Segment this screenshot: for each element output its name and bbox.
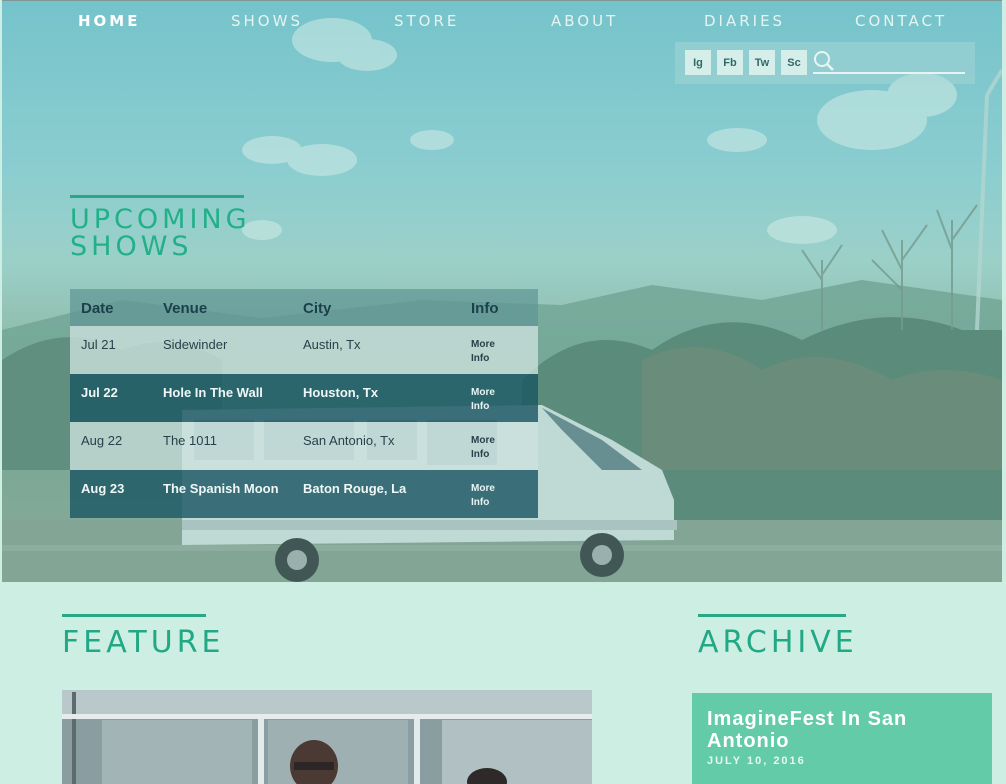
nav-diaries[interactable]: DIARIES [704,12,785,30]
column-header-info: Info [471,300,499,317]
upcoming-shows-title: UPCOMING SHOWS [70,206,330,260]
twitter-button[interactable]: Tw [749,50,775,75]
archive-post-date: JULY 10, 2016 [707,755,806,767]
archive-title: ARCHIVE [698,625,858,660]
social-search-bar: Ig Fb Tw Sc [675,42,975,84]
column-header-city: City [303,300,332,317]
table-header-row: Date Venue City Info [70,289,538,326]
main-nav: HOME SHOWS STORE ABOUT DIARIES CONTACT [2,12,1002,34]
more-info-link[interactable]: More Info [471,338,511,366]
hero-banner: HOME SHOWS STORE ABOUT DIARIES CONTACT I… [2,0,1002,582]
show-city: Baton Rouge, La [303,481,407,496]
search-box [813,50,965,74]
feature-title-rule [62,614,206,617]
show-city: San Antonio, Tx [303,433,395,448]
show-date: Aug 23 [81,481,125,496]
table-row: Jul 22 Hole In The Wall Houston, Tx More… [70,374,538,422]
facebook-button[interactable]: Fb [717,50,743,75]
nav-contact[interactable]: CONTACT [855,12,947,30]
show-venue: Hole In The Wall [163,385,263,400]
nav-about[interactable]: ABOUT [551,12,618,30]
archive-post-title[interactable]: ImagineFest In San Antonio [707,708,987,752]
show-city: Houston, Tx [303,385,379,400]
show-venue: The Spanish Moon [163,481,279,496]
shows-table: Date Venue City Info Jul 21 Sidewinder A… [70,289,538,518]
show-date: Jul 21 [81,337,116,352]
more-info-link[interactable]: More Info [471,434,511,462]
feature-title: FEATURE [62,625,225,660]
archive-post-card[interactable]: ImagineFest In San Antonio JULY 10, 2016 [692,693,992,784]
archive-title-rule [698,614,846,617]
show-date: Aug 22 [81,433,123,448]
table-row: Aug 22 The 1011 San Antonio, Tx More Inf… [70,422,538,470]
table-row: Jul 21 Sidewinder Austin, Tx More Info [70,326,538,374]
instagram-button[interactable]: Ig [685,50,711,75]
nav-shows[interactable]: SHOWS [231,12,303,30]
search-input[interactable] [839,52,963,72]
feature-photo [62,690,592,784]
column-header-date: Date [81,300,114,317]
nav-store[interactable]: STORE [394,12,459,30]
shows-title-line1: UPCOMING [70,204,251,235]
show-venue: The 1011 [163,433,217,448]
more-info-link[interactable]: More Info [471,386,511,414]
show-date: Jul 22 [81,385,118,400]
show-city: Austin, Tx [303,337,361,352]
show-venue: Sidewinder [163,337,228,352]
feature-image[interactable] [62,690,592,784]
search-icon[interactable] [813,50,835,72]
column-header-venue: Venue [163,300,208,317]
more-info-link[interactable]: More Info [471,482,511,510]
table-row: Aug 23 The Spanish Moon Baton Rouge, La … [70,470,538,518]
nav-home[interactable]: HOME [78,12,140,30]
shows-title-rule [70,195,244,198]
soundcloud-button[interactable]: Sc [781,50,807,75]
shows-title-line2: SHOWS [70,231,193,262]
